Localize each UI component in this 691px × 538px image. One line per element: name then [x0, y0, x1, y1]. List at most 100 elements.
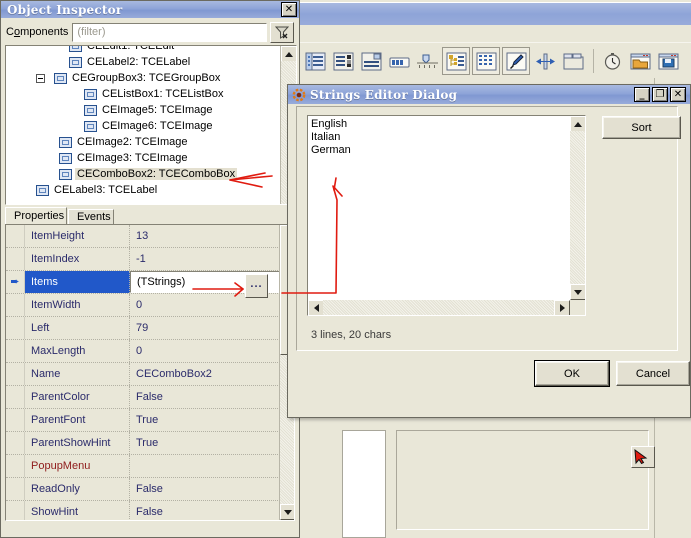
ok-button[interactable]: OK: [535, 361, 609, 386]
row-gutter: [6, 409, 25, 431]
property-value[interactable]: True: [130, 409, 280, 431]
open-dialog-icon[interactable]: [627, 48, 653, 74]
property-row-itemwidth[interactable]: ItemWidth 0: [6, 294, 280, 317]
strings-dialog-title: Strings Editor Dialog: [310, 88, 457, 102]
property-value[interactable]: 13: [130, 225, 280, 247]
tree-node-2[interactable]: CEGroupBox3: TCEGroupBox: [6, 70, 281, 86]
tree-node-9[interactable]: CELabel3: TCELabel: [6, 182, 281, 198]
component-icon: [84, 89, 97, 100]
ide-component-palette-toolbar[interactable]: [296, 42, 691, 80]
scrollbar-corner: [570, 300, 585, 315]
filter-input[interactable]: (filter): [72, 23, 267, 42]
property-name: ItemHeight: [25, 225, 130, 247]
property-row-parentcolor[interactable]: ParentColor False: [6, 386, 280, 409]
property-name: Left: [25, 317, 130, 339]
property-value[interactable]: False: [130, 501, 280, 521]
close-icon[interactable]: ✕: [281, 2, 297, 17]
property-value[interactable]: CEComboBox2: [130, 363, 280, 385]
tree-node-label: CEGroupBox3: TCEGroupBox: [70, 72, 222, 84]
property-row-parentshowhint[interactable]: ParentShowHint True: [6, 432, 280, 455]
row-gutter: [6, 363, 25, 385]
property-value[interactable]: -1: [130, 248, 280, 270]
property-row-name[interactable]: Name CEComboBox2: [6, 363, 280, 386]
property-row-items[interactable]: ➨ Items (TStrings) ...: [6, 271, 280, 294]
funnel-clear-icon[interactable]: [270, 22, 294, 43]
save-dialog-icon[interactable]: [655, 48, 681, 74]
tree-node-1[interactable]: CELabel2: TCELabel: [6, 54, 281, 70]
trackbar-icon[interactable]: [414, 48, 440, 74]
memo-horizontal-scrollbar[interactable]: [308, 300, 570, 315]
ide-blank-panel: [396, 430, 649, 530]
property-row-itemheight[interactable]: ItemHeight 13: [6, 225, 280, 248]
tree-node-7[interactable]: CEImage3: TCEImage: [6, 150, 281, 166]
sort-button[interactable]: Sort: [602, 116, 681, 139]
property-row-readonly[interactable]: ReadOnly False: [6, 478, 280, 501]
property-name: ParentFont: [25, 409, 130, 431]
progress-bar-icon[interactable]: [386, 48, 412, 74]
tree-view-icon[interactable]: [442, 47, 470, 75]
list-panel-icon[interactable]: [358, 48, 384, 74]
strings-memo[interactable]: English Italian German: [307, 115, 586, 316]
memo-line-0: English: [308, 118, 569, 131]
list-with-bullets-icon[interactable]: [302, 48, 328, 74]
close-icon[interactable]: ✕: [670, 87, 686, 102]
cancel-button[interactable]: Cancel: [616, 361, 690, 386]
tree-node-label: CELabel2: TCELabel: [85, 56, 192, 68]
component-tree[interactable]: CEEdit1: TCEEdit CELabel2: TCELabel CEGr…: [5, 45, 297, 205]
memo-vertical-scrollbar[interactable]: [570, 116, 585, 300]
property-grid[interactable]: ItemHeight 13 ItemIndex -1 ➨ Items (TStr…: [5, 224, 295, 521]
color-picker-icon[interactable]: [502, 47, 530, 75]
property-value[interactable]: 0: [130, 340, 280, 362]
property-row-popupmenu[interactable]: PopupMenu: [6, 455, 280, 478]
tree-node-3[interactable]: CEListBox1: TCEListBox: [6, 86, 281, 102]
scroll-right-icon[interactable]: [554, 300, 570, 316]
property-row-left[interactable]: Left 79: [6, 317, 280, 340]
inspector-tabs[interactable]: Properties Events: [5, 207, 295, 225]
property-row-maxlength[interactable]: MaxLength 0: [6, 340, 280, 363]
property-value[interactable]: True: [130, 432, 280, 454]
lazarus-logo-icon: [292, 88, 306, 102]
scroll-down-icon[interactable]: [570, 284, 586, 300]
property-value[interactable]: False: [130, 478, 280, 500]
row-gutter: [6, 340, 25, 362]
page-control-icon[interactable]: [560, 48, 586, 74]
property-name: ReadOnly: [25, 478, 130, 500]
scroll-down-icon[interactable]: [280, 504, 295, 520]
timer-icon[interactable]: [599, 48, 625, 74]
property-value[interactable]: 79: [130, 317, 280, 339]
tree-node-4[interactable]: CEImage5: TCEImage: [6, 102, 281, 118]
scrollbar-track[interactable]: [570, 131, 585, 285]
property-row-itemindex[interactable]: ItemIndex -1: [6, 248, 280, 271]
tree-node-0[interactable]: CEEdit1: TCEEdit: [6, 45, 281, 54]
property-value[interactable]: [130, 455, 280, 477]
scroll-left-icon[interactable]: [308, 300, 324, 316]
component-icon: [84, 105, 97, 116]
property-row-parentfont[interactable]: ParentFont True: [6, 409, 280, 432]
component-icon: [69, 45, 82, 52]
property-value[interactable]: False: [130, 386, 280, 408]
tree-node-8[interactable]: CEComboBox2: TCEComboBox: [6, 166, 281, 182]
grid-icon[interactable]: [472, 47, 500, 75]
tab-properties[interactable]: Properties: [5, 207, 67, 225]
minimize-icon[interactable]: _: [634, 87, 650, 102]
ide-blank-listbox: [342, 430, 386, 538]
property-value[interactable]: 0: [130, 294, 280, 316]
tree-node-label: CEImage5: TCEImage: [100, 104, 214, 116]
maximize-icon[interactable]: ❐: [652, 87, 668, 102]
tree-node-6[interactable]: CEImage2: TCEImage: [6, 134, 281, 150]
splitter-horizontal-icon[interactable]: [532, 48, 558, 74]
property-name: Name: [25, 363, 130, 385]
tree-node-label: CELabel3: TCELabel: [52, 184, 159, 196]
checkered-list-icon[interactable]: [330, 48, 356, 74]
red-arrow-cursor: [631, 446, 655, 468]
tree-node-5[interactable]: CEImage6: TCEImage: [6, 118, 281, 134]
memo-line-1: Italian: [308, 131, 569, 144]
scroll-up-icon[interactable]: [281, 46, 297, 62]
tab-events[interactable]: Events: [68, 209, 114, 225]
component-icon: [36, 185, 49, 196]
collapse-expander-icon[interactable]: [36, 74, 45, 83]
scroll-up-icon[interactable]: [570, 116, 586, 132]
scrollbar-track[interactable]: [323, 300, 555, 315]
selected-row-marker: ➨: [10, 277, 19, 288]
property-row-showhint[interactable]: ShowHint False: [6, 501, 280, 521]
